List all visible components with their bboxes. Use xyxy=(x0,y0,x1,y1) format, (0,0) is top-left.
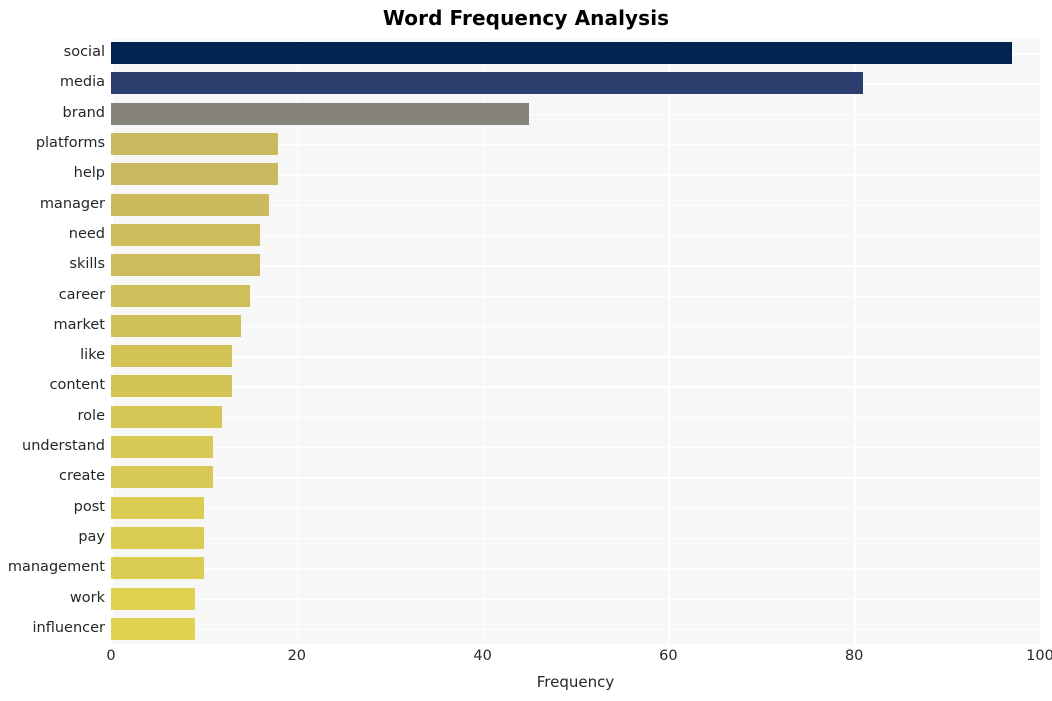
bar xyxy=(111,345,232,368)
bar xyxy=(111,617,195,640)
chart-figure: Word Frequency Analysis social media brand… xyxy=(0,0,1052,701)
y-axis-tick-label: influencer xyxy=(32,619,105,636)
y-axis-tick-label: manager xyxy=(39,195,105,212)
bar xyxy=(111,102,530,125)
y-axis-tick-label: social xyxy=(63,44,105,61)
bar xyxy=(111,133,279,156)
x-axis-tick-label: 0 xyxy=(106,648,116,664)
y-axis-tick-label: career xyxy=(58,286,105,303)
y-axis-tick-label: role xyxy=(77,407,105,424)
bar xyxy=(111,405,223,428)
bar xyxy=(111,284,251,307)
y-axis-tick-label: content xyxy=(49,377,105,394)
y-axis-tick-label: management xyxy=(7,559,105,576)
y-axis-tick-label: skills xyxy=(69,256,105,273)
x-axis-tick-label: 80 xyxy=(844,648,864,664)
y-axis-tick-label: market xyxy=(53,316,105,333)
x-axis-tick-label: 100 xyxy=(1026,648,1052,664)
bar xyxy=(111,223,260,246)
y-axis-tick-label: help xyxy=(73,165,105,182)
x-axis-title: Frequency xyxy=(536,673,615,691)
bar xyxy=(111,436,214,459)
plot-area xyxy=(111,38,1042,644)
bar-series xyxy=(111,38,1040,644)
x-axis-tick-label: 20 xyxy=(287,648,307,664)
x-axis-tick-label: 40 xyxy=(473,648,492,664)
y-axis-tick-label: media xyxy=(59,74,105,91)
bar xyxy=(111,557,204,580)
y-axis-tick-label: work xyxy=(69,589,105,606)
y-axis-tick-label: need xyxy=(68,225,105,242)
y-axis-tick-labels: social media brand platforms help manager need… xyxy=(0,38,105,644)
bar xyxy=(111,314,242,337)
y-axis-tick-label: post xyxy=(73,498,105,515)
x-axis-tick-labels: 0 20 40 60 80 100 xyxy=(0,648,1052,670)
bar xyxy=(111,193,269,216)
y-axis-tick-label: like xyxy=(80,347,105,364)
y-axis-tick-label: create xyxy=(58,468,105,485)
bar xyxy=(111,496,204,519)
y-axis-tick-label: pay xyxy=(78,528,105,545)
bar xyxy=(111,375,232,398)
bar xyxy=(111,526,204,549)
bar xyxy=(111,72,864,95)
gridline-vertical xyxy=(1040,38,1042,644)
bar xyxy=(111,587,195,610)
chart-title: Word Frequency Analysis xyxy=(382,6,670,30)
y-axis-tick-label: brand xyxy=(62,104,105,121)
x-axis-tick-label: 60 xyxy=(659,648,678,664)
bar xyxy=(111,254,260,277)
bar xyxy=(111,466,214,489)
y-axis-tick-label: understand xyxy=(22,438,105,455)
bar xyxy=(111,42,1013,65)
y-axis-tick-label: platforms xyxy=(35,135,105,152)
bar xyxy=(111,163,279,186)
